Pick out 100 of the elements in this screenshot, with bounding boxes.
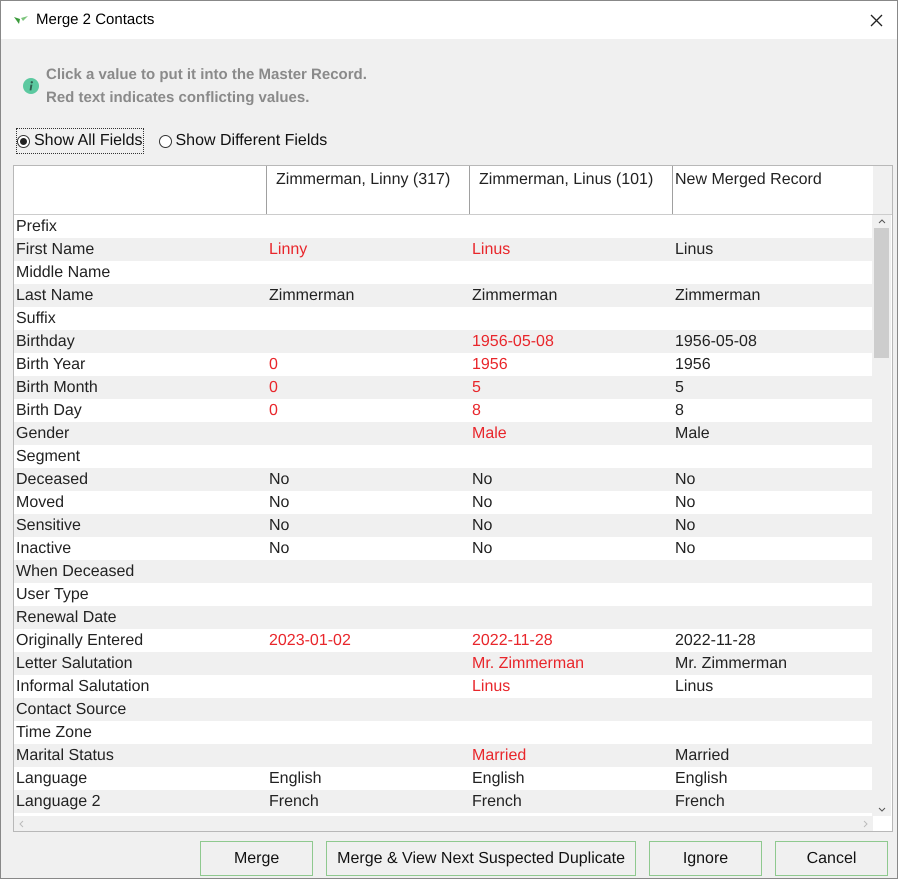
table-cell-text: Married [674,746,730,764]
field-label: Birth Year [15,354,86,374]
info-message: Click a value to put it into the Master Record. Red text indicates conflicting values. [46,65,367,108]
field-label: Letter Salutation [15,654,134,674]
table-cell[interactable]: French [470,792,524,810]
dialog-button[interactable]: Ignore [649,841,762,876]
scrollbar-thumb[interactable] [874,228,889,358]
table-cell-text: Mr. Zimmerman [674,654,788,672]
table-cell-text: 8 [674,402,685,418]
field-label: Renewal Date [15,608,118,628]
field-label: Sensitive [15,516,82,536]
table-cell[interactable]: 0 [267,356,280,372]
scroll-right-icon[interactable] [863,820,868,828]
table-cell[interactable]: French [267,792,321,810]
scroll-down-icon[interactable] [878,807,886,813]
view-radio[interactable]: Show All Fields [17,129,142,153]
table-cell-text: No [674,540,696,556]
field-label: Informal Salutation [15,676,150,696]
field-label: Language 2 [15,792,102,812]
table-cell-text: 5 [674,378,685,396]
field-label: Gender [15,424,70,444]
table-row[interactable]: Last Name Zimmerman Zimmerman Zimmerman [14,284,872,307]
table-row[interactable]: Renewal Date [14,606,872,629]
field-label: Birth Month [15,378,99,398]
table-cell[interactable]: English [470,770,526,786]
field-label: Segment [15,446,82,466]
table-row[interactable]: Language 2 French French French [14,790,872,813]
table-cell[interactable]: Zimmerman [470,286,560,304]
table-cell[interactable]: 2022-11-28 [470,632,555,648]
table-cell-text: 1956-05-08 [674,332,758,350]
field-label: Originally Entered [15,630,144,650]
field-label: User Type [15,584,90,604]
info-icon [23,78,39,94]
vertical-scrollbar[interactable] [872,215,891,816]
table-row[interactable]: Contact Source [14,698,872,721]
table-row[interactable]: Birth Month 0 5 5 [14,376,872,399]
field-label: Suffix [15,308,57,328]
table-row[interactable]: Marital Status Married Married [14,744,872,767]
dialog-button[interactable]: Cancel [775,841,888,876]
table-row[interactable]: Gender Male Male [14,422,872,445]
table-row[interactable]: Letter Salutation Mr. Zimmerman Mr. Zimmerman [14,652,872,675]
table-cell[interactable]: No [470,494,494,510]
table-cell[interactable]: Linus [470,678,512,694]
column-header: New Merged Record [674,170,823,190]
table-cell[interactable]: No [267,540,292,556]
table-cell[interactable]: Zimmerman [267,286,356,304]
table-cell-text: No [674,516,696,534]
header-corner [873,166,892,214]
column-header: Zimmerman, Linus (101) [470,166,673,214]
table-cell[interactable]: No [267,516,292,534]
table-cell[interactable]: 5 [470,378,483,396]
table-cell-text: 2022-11-28 [674,632,757,648]
field-label: Contact Source [15,700,128,720]
table-row[interactable]: Sensitive No No No [14,514,872,537]
field-label: Middle Name [15,262,112,282]
field-label: Birth Day [15,400,83,420]
dialog-button[interactable]: Merge [200,841,314,876]
table-cell[interactable]: No [470,540,494,556]
table-cell[interactable]: 0 [267,378,280,396]
horizontal-scrollbar[interactable] [14,816,873,831]
table-cell-text: No [674,470,696,488]
field-label: Time Zone [15,722,93,742]
table-row[interactable]: Deceased No No No [14,468,872,491]
app-logo-icon [14,15,28,25]
field-label: Last Name [15,286,94,306]
table-cell-text: Zimmerman [674,286,762,304]
table-row[interactable]: When Deceased [14,560,872,583]
table-cell[interactable]: No [470,470,494,488]
table-cell[interactable]: Married [470,746,528,764]
field-label: Prefix [15,216,58,236]
dialog-button[interactable]: Merge & View Next Suspected Duplicate [326,841,636,876]
table-cell-text: French [674,792,726,810]
table-cell[interactable]: Linny [267,240,310,258]
table-cell-text: Linus [674,678,714,694]
table-row[interactable]: First Name Linny Linus Linus [14,238,872,261]
table-cell[interactable]: Linus [470,240,512,258]
table-cell[interactable]: No [267,470,292,488]
table-cell[interactable]: No [470,516,494,534]
table-cell[interactable]: 1956 [470,356,510,372]
table-cell[interactable]: English [267,770,324,786]
table-cell[interactable]: 1956-05-08 [470,332,556,350]
table-cell[interactable]: 2023-01-02 [267,632,353,648]
field-label: Deceased [15,470,90,490]
close-icon[interactable] [870,14,883,26]
field-label: Language [15,768,88,788]
table-cell[interactable]: 8 [470,402,483,418]
table-cell[interactable]: No [267,494,292,510]
field-label: Birthday [15,332,76,352]
table-cell[interactable]: Male [470,424,509,442]
table-cell[interactable]: Mr. Zimmerman [470,654,586,672]
table-cell-text: 1956 [674,356,712,372]
table-cell-text: Male [674,424,711,442]
view-radio[interactable]: Show Different Fields [158,129,328,153]
table-row[interactable]: Birthday 1956-05-08 1956-05-08 [14,330,872,353]
table-cell[interactable]: 0 [267,402,280,418]
scroll-up-icon[interactable] [878,218,886,224]
scroll-left-icon[interactable] [19,820,24,828]
column-header: Zimmerman, Linny (317) [267,166,470,214]
window-title: Merge 2 Contacts [36,10,154,30]
field-label: When Deceased [15,562,136,582]
